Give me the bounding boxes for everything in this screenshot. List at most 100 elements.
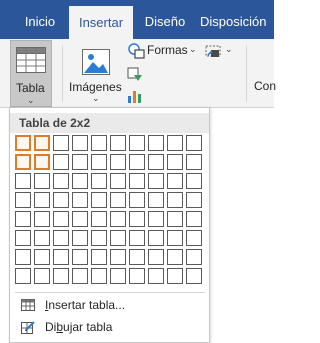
grid-cell[interactable] — [167, 135, 183, 151]
grid-cell[interactable] — [91, 135, 107, 151]
grid-cell[interactable] — [72, 154, 88, 170]
pencil-icon — [21, 321, 35, 334]
grid-cell[interactable] — [129, 211, 145, 227]
grid-cell[interactable] — [91, 211, 107, 227]
icons-button[interactable] — [126, 66, 144, 82]
grid-cell[interactable] — [110, 173, 126, 189]
grid-cell[interactable] — [91, 249, 107, 265]
grid-cell[interactable] — [148, 173, 164, 189]
screenshot-button[interactable]: ⌄ — [203, 42, 233, 60]
tab-inicio[interactable]: Inicio — [12, 0, 68, 39]
grid-cell[interactable] — [72, 192, 88, 208]
grid-cell[interactable] — [129, 230, 145, 246]
grid-cell[interactable] — [15, 249, 31, 265]
grid-cell[interactable] — [148, 154, 164, 170]
formas-label: Formas — [147, 43, 188, 57]
imagenes-label: Imágenes — [69, 80, 122, 94]
grid-cell[interactable] — [129, 192, 145, 208]
tab-diseno[interactable]: Diseño — [135, 0, 195, 39]
grid-cell[interactable] — [167, 173, 183, 189]
grid-cell[interactable] — [129, 154, 145, 170]
grid-cell[interactable] — [91, 173, 107, 189]
grid-cell[interactable] — [148, 230, 164, 246]
grid-cell[interactable] — [129, 268, 145, 284]
grid-cell[interactable] — [72, 268, 88, 284]
draw-table-menu-item[interactable]: Dibujar tabla — [16, 316, 204, 338]
grid-cell[interactable] — [148, 268, 164, 284]
grid-cell[interactable] — [129, 135, 145, 151]
imagenes-button[interactable]: Imágenes ⌄ — [66, 40, 126, 107]
grid-cell-selected[interactable] — [15, 154, 31, 170]
grid-cell[interactable] — [186, 249, 202, 265]
grid-cell[interactable] — [129, 173, 145, 189]
grid-cell[interactable] — [53, 192, 69, 208]
grid-cell-selected[interactable] — [34, 154, 50, 170]
grid-cell[interactable] — [15, 211, 31, 227]
grid-cell[interactable] — [148, 192, 164, 208]
grid-cell[interactable] — [53, 249, 69, 265]
grid-cell[interactable] — [72, 211, 88, 227]
tabla-button[interactable]: Tabla ⌄ — [10, 40, 52, 107]
grid-cell[interactable] — [15, 192, 31, 208]
grid-cell[interactable] — [91, 154, 107, 170]
grid-cell[interactable] — [148, 249, 164, 265]
grid-cell[interactable] — [34, 173, 50, 189]
insert-table-dropdown: Tabla de 2x2 Insertar tabla... Dibujar t… — [9, 107, 210, 343]
grid-cell[interactable] — [186, 173, 202, 189]
grid-cell[interactable] — [110, 230, 126, 246]
grid-cell[interactable] — [148, 211, 164, 227]
grid-cell[interactable] — [53, 211, 69, 227]
chevron-down-icon: ⌄ — [92, 93, 100, 103]
formas-button[interactable]: Formas ⌄ — [126, 42, 198, 60]
grid-cell[interactable] — [34, 230, 50, 246]
grid-cell[interactable] — [72, 135, 88, 151]
grid-cell[interactable] — [110, 211, 126, 227]
grid-cell[interactable] — [167, 249, 183, 265]
chevron-down-icon: ⌄ — [189, 44, 197, 54]
grid-cell[interactable] — [53, 173, 69, 189]
grid-cell[interactable] — [91, 230, 107, 246]
grid-cell[interactable] — [53, 135, 69, 151]
grid-cell[interactable] — [186, 135, 202, 151]
grid-cell[interactable] — [148, 135, 164, 151]
grid-cell[interactable] — [34, 249, 50, 265]
grid-cell[interactable] — [72, 173, 88, 189]
picture-icon — [82, 49, 110, 75]
grid-cell[interactable] — [15, 173, 31, 189]
grid-cell[interactable] — [110, 249, 126, 265]
grid-cell[interactable] — [15, 230, 31, 246]
grid-cell-selected[interactable] — [15, 135, 31, 151]
tab-insertar[interactable]: Insertar — [69, 6, 133, 39]
grid-cell[interactable] — [91, 268, 107, 284]
tab-disposicion[interactable]: Disposición — [200, 0, 280, 39]
grid-cell[interactable] — [186, 192, 202, 208]
grid-cell[interactable] — [129, 249, 145, 265]
chart-button[interactable] — [126, 88, 144, 104]
grid-cell[interactable] — [15, 268, 31, 284]
grid-cell-selected[interactable] — [34, 135, 50, 151]
grid-cell[interactable] — [34, 192, 50, 208]
grid-cell[interactable] — [167, 268, 183, 284]
grid-cell[interactable] — [110, 268, 126, 284]
grid-cell[interactable] — [110, 135, 126, 151]
grid-cell[interactable] — [53, 230, 69, 246]
grid-cell[interactable] — [167, 154, 183, 170]
grid-cell[interactable] — [167, 211, 183, 227]
insert-table-label: Insertar tabla... — [45, 298, 125, 312]
insert-table-menu-item[interactable]: Insertar tabla... — [16, 294, 204, 316]
grid-cell[interactable] — [34, 211, 50, 227]
grid-cell[interactable] — [167, 230, 183, 246]
grid-cell[interactable] — [72, 249, 88, 265]
grid-cell[interactable] — [110, 192, 126, 208]
grid-cell[interactable] — [91, 192, 107, 208]
grid-cell[interactable] — [167, 192, 183, 208]
grid-cell[interactable] — [53, 268, 69, 284]
grid-cell[interactable] — [186, 268, 202, 284]
grid-cell[interactable] — [186, 230, 202, 246]
grid-cell[interactable] — [186, 154, 202, 170]
grid-cell[interactable] — [186, 211, 202, 227]
grid-cell[interactable] — [72, 230, 88, 246]
grid-cell[interactable] — [110, 154, 126, 170]
grid-cell[interactable] — [53, 154, 69, 170]
grid-cell[interactable] — [34, 268, 50, 284]
